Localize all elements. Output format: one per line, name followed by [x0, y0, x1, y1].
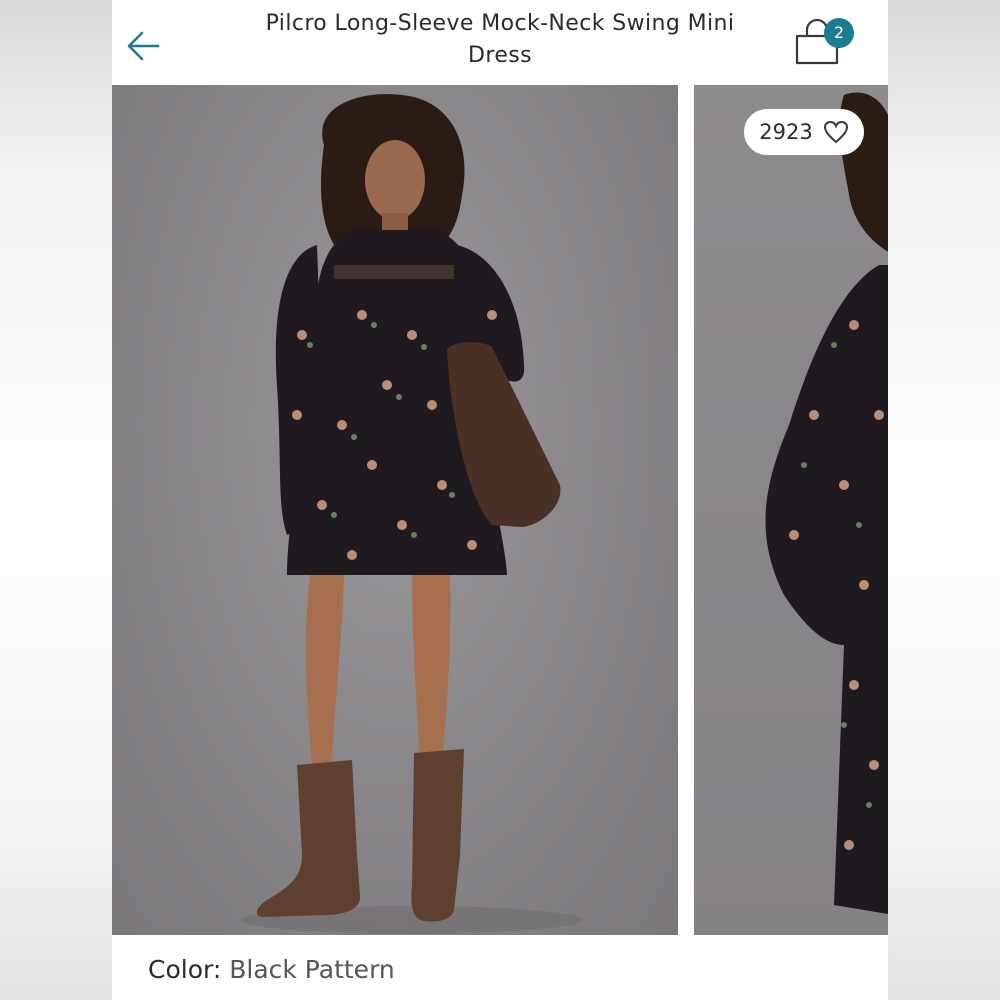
product-image-carousel[interactable]: 2923: [112, 85, 888, 935]
arrow-left-icon: [127, 31, 160, 61]
heart-outline-icon: [823, 120, 848, 144]
product-image-main[interactable]: [112, 85, 678, 935]
color-label: Color:: [148, 955, 222, 984]
product-image-next[interactable]: [694, 85, 888, 935]
top-bar: Pilcro Long-Sleeve Mock-Neck Swing Mini …: [112, 0, 888, 85]
color-value: Black Pattern: [229, 955, 395, 984]
page-title: Pilcro Long-Sleeve Mock-Neck Swing Mini …: [265, 11, 735, 68]
shopping-bag-button[interactable]: 2: [792, 18, 862, 70]
product-page: Pilcro Long-Sleeve Mock-Neck Swing Mini …: [112, 0, 888, 1000]
favorite-button[interactable]: 2923: [744, 109, 864, 155]
model-photo-side-illustration: [765, 92, 888, 914]
model-photo-illustration: [242, 94, 582, 934]
color-selection: Color: Black Pattern: [148, 955, 395, 984]
favorite-count: 2923: [759, 120, 813, 144]
cart-count-badge: 2: [824, 18, 854, 48]
back-button[interactable]: [124, 26, 164, 66]
